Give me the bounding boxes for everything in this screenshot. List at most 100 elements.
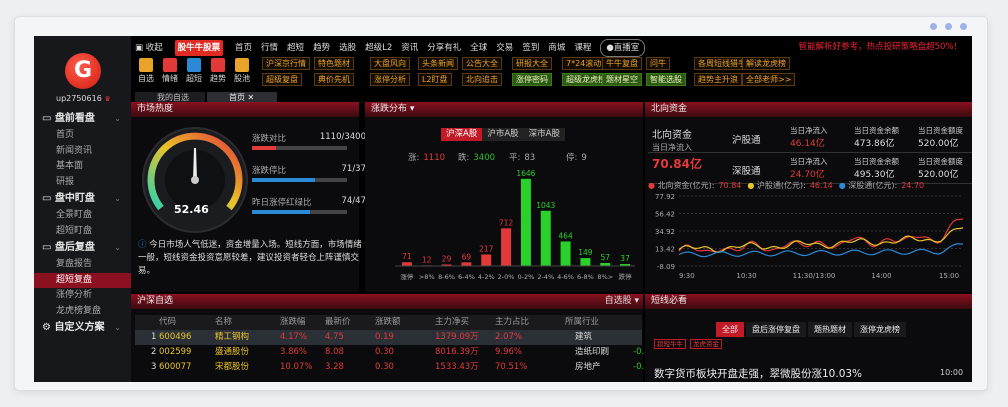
dist-bar-label: 57 [600, 253, 610, 262]
sidebar-item[interactable]: 复盘报告 [34, 257, 131, 273]
tool-2[interactable]: 超短 [183, 56, 205, 84]
heat-stat: 昨日涨停红绿比 74/47 [252, 196, 366, 228]
sidebar-item[interactable]: 研报 [34, 175, 131, 191]
table-row[interactable]: 3 600077 宋都股份 10.07% 3.28 0.30 1533.43万 70.51% 房… [135, 360, 644, 375]
column-header[interactable]: 涨跌幅 [280, 315, 306, 330]
tool-label: 趋势 [210, 74, 226, 83]
dist-bar [560, 241, 571, 266]
dist-tab[interactable]: 沪市A股 [482, 128, 524, 141]
topnav-item[interactable]: 商城 [548, 40, 565, 56]
column-header[interactable]: 所属行业 [565, 315, 599, 330]
quick-link[interactable]: 全部老师>> [742, 73, 796, 86]
dist-stat-label: 平: [509, 153, 521, 163]
topnav-item[interactable]: 签到 [522, 40, 539, 56]
topnav-item[interactable]: 选股 [339, 40, 356, 56]
quick-link[interactable]: 趋势主升浪 [694, 73, 742, 86]
sidebar-section[interactable]: ▭ 盘前看盘 ⌄ [34, 110, 131, 128]
north-col-value: 495.30亿 [854, 170, 895, 180]
close-icon[interactable]: ✕ [245, 93, 255, 102]
sidebar-item[interactable]: 全景盯盘 [34, 208, 131, 224]
quick-link[interactable]: 研报大全 [512, 57, 552, 70]
quick-link[interactable]: 特色题材 [314, 57, 354, 70]
quick-link[interactable]: 涨停密码 [512, 73, 552, 86]
topnav-item[interactable]: 交易 [496, 40, 513, 56]
sidebar-item[interactable]: 超短复盘 [34, 272, 131, 288]
sidebar-item[interactable]: 新闻资讯 [34, 144, 131, 160]
dist-tab[interactable]: 深市A股 [523, 128, 565, 141]
y-tick-label: 77.92 [655, 193, 675, 201]
column-header[interactable]: 主力净买 [435, 315, 469, 330]
must-tab[interactable]: 盘后涨停复盘 [746, 322, 806, 337]
north-col-value: 46.14亿 [790, 139, 825, 149]
tool-4[interactable]: 股池 [231, 56, 253, 84]
dist-tabs: 沪深A股 沪市A股 深市A股 [441, 128, 565, 141]
sidebar-item[interactable]: 涨停分析 [34, 288, 131, 304]
quick-link[interactable]: 涨停分析 [370, 73, 410, 86]
quick-link[interactable]: L2盯盘 [418, 73, 452, 86]
column-header[interactable]: 最新价 [325, 315, 351, 330]
column-header[interactable]: 主力占比 [495, 315, 529, 330]
quick-link[interactable]: 智能选股 [646, 73, 686, 86]
dist-stat-label: 跌: [458, 153, 470, 163]
toolbar: 自选 情绪 超短 趋势 股池 [135, 56, 275, 88]
quick-link[interactable]: 牛牛复盘 [602, 57, 642, 70]
must-tab[interactable]: 题热题材 [808, 322, 852, 337]
sidebar-section-title: 盘后复盘 [54, 242, 95, 253]
topnav-item[interactable]: 超级L2 [365, 40, 392, 56]
sidebar-item[interactable]: 首页 [34, 128, 131, 144]
column-header[interactable]: 代码 [159, 315, 176, 330]
dist-bar-label: 712 [499, 218, 514, 227]
dist-category-label: 2-4% [537, 273, 554, 281]
app-logo: G [65, 53, 101, 89]
topnav-item[interactable]: 分享有礼 [427, 40, 461, 56]
topnav-item[interactable]: 超短 [287, 40, 304, 56]
table-cell: 0.30 [375, 362, 394, 372]
table-row[interactable]: 1 600496 精工钢构 4.17% 4.75 0.19 1379.09万 2.07% 建筑 [135, 330, 642, 345]
sidebar-section[interactable]: ▭ 盘中盯盘 ⌄ [34, 190, 131, 208]
topnav-item[interactable]: 行情 [261, 40, 278, 56]
topnav-item[interactable]: 趋势 [313, 40, 330, 56]
sidebar-section[interactable]: ⚙ 自定义方案 ⌄ [34, 319, 131, 337]
tool-3[interactable]: 趋势 [207, 56, 229, 84]
quick-link[interactable]: 头条新闻 [418, 57, 458, 70]
collapse-button[interactable]: ▣ 收起 [135, 40, 163, 56]
table-row[interactable]: 2 002599 盛通股份 3.86% 8.08 0.30 8016.39万 9.96% 造纸印… [135, 345, 644, 360]
tool-0[interactable]: 自选 [135, 56, 157, 84]
quick-link[interactable]: 北向追击 [462, 73, 502, 86]
folder-icon [187, 58, 201, 72]
quick-link[interactable]: 题材星空 [602, 73, 642, 86]
sidebar-item[interactable]: 龙虎榜复盘 [34, 304, 131, 320]
quick-link[interactable]: 问牛 [646, 57, 670, 70]
column-header[interactable]: 涨跌额 [375, 315, 401, 330]
table-cell: 0.19 [375, 332, 394, 342]
topnav-item[interactable]: 课程 [574, 40, 591, 56]
tool-1[interactable]: 情绪 [159, 56, 181, 84]
sidebar-section[interactable]: ▭ 盘后复盘 ⌄ [34, 239, 131, 257]
topnav-item[interactable]: 资讯 [401, 40, 418, 56]
column-header[interactable]: 名称 [215, 315, 232, 330]
user-name[interactable]: up2750616 ♛ [56, 94, 111, 103]
quick-link[interactable]: 典价先机 [314, 73, 354, 86]
topnav-item[interactable]: 首页 [235, 40, 252, 56]
quick-link[interactable]: 解读龙虎榜 [742, 57, 790, 70]
quick-link[interactable]: 大盘风向 [370, 57, 410, 70]
north-row-name: 沪股通 [732, 135, 761, 146]
must-tab[interactable]: 全部 [716, 322, 744, 337]
dist-bar [481, 254, 492, 266]
quick-link[interactable]: 沪深京行情 [262, 57, 310, 70]
dist-tab[interactable]: 沪深A股 [441, 128, 483, 141]
quick-link[interactable]: 公告大全 [462, 57, 502, 70]
tool-label: 超短 [186, 74, 202, 83]
topnav-item[interactable]: 全球 [470, 40, 487, 56]
legend-dot: ● [747, 181, 757, 190]
promo-link[interactable]: 智能解析好参考，热点投研策略盘超50%！ [799, 39, 962, 55]
must-tab[interactable]: 涨停龙虎榜 [854, 322, 906, 337]
quick-link[interactable]: 7*24滚动 [562, 57, 606, 70]
sidebar-item[interactable]: 基本面 [34, 159, 131, 175]
quick-link[interactable]: 超级复盘 [262, 73, 302, 86]
live-room-button[interactable]: ● 直播室 [600, 39, 646, 57]
news-headline[interactable]: 数字货币板块开盘走强，翠微股份涨10.03% [654, 366, 862, 381]
sidebar-item[interactable]: 超短盯盘 [34, 224, 131, 240]
legend-value: 46.14 [809, 181, 833, 190]
table-cell: 盛通股份 [215, 347, 250, 357]
